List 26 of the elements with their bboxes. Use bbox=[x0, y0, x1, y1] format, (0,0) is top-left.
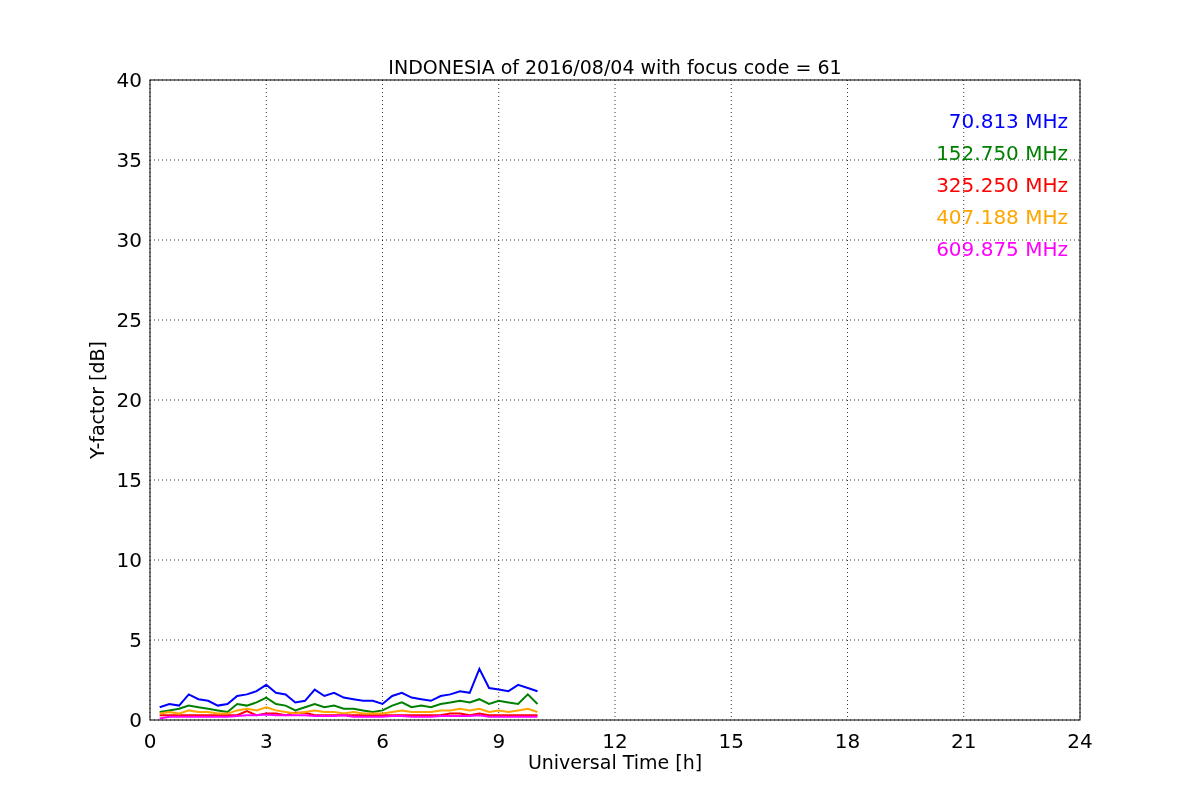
x-tick-label: 21 bbox=[951, 729, 977, 753]
y-tick-label: 5 bbox=[129, 628, 142, 652]
x-tick-label: 15 bbox=[718, 729, 744, 753]
legend-label: 609.875 MHz bbox=[936, 237, 1068, 261]
y-tick-label: 30 bbox=[116, 228, 142, 252]
x-tick-label: 24 bbox=[1067, 729, 1093, 753]
legend-label: 70.813 MHz bbox=[948, 109, 1068, 133]
x-tick-label: 12 bbox=[602, 729, 628, 753]
y-tick-label: 25 bbox=[116, 308, 142, 332]
y-tick-label: 0 bbox=[129, 708, 142, 732]
x-tick-label: 6 bbox=[376, 729, 389, 753]
legend-label: 152.750 MHz bbox=[936, 141, 1068, 165]
x-tick-label: 3 bbox=[259, 729, 273, 753]
x-tick-label: 18 bbox=[834, 729, 861, 753]
x-tick-label: 0 bbox=[143, 729, 157, 753]
y-tick-label: 40 bbox=[116, 68, 142, 92]
y-tick-label: 10 bbox=[116, 548, 142, 572]
x-tick-label: 9 bbox=[492, 729, 506, 753]
legend-label: 325.250 MHz bbox=[936, 173, 1068, 197]
y-axis-label: Y-factor [dB] bbox=[86, 341, 108, 459]
x-axis-label: Universal Time [h] bbox=[527, 751, 703, 773]
y-tick-label: 35 bbox=[116, 148, 142, 172]
chart-title: INDONESIA of 2016/08/04 with focus code = 61 bbox=[388, 56, 842, 78]
y-tick-label: 15 bbox=[116, 468, 142, 492]
y-tick-label: 20 bbox=[116, 388, 142, 412]
legend-label: 407.188 MHz bbox=[936, 205, 1068, 229]
